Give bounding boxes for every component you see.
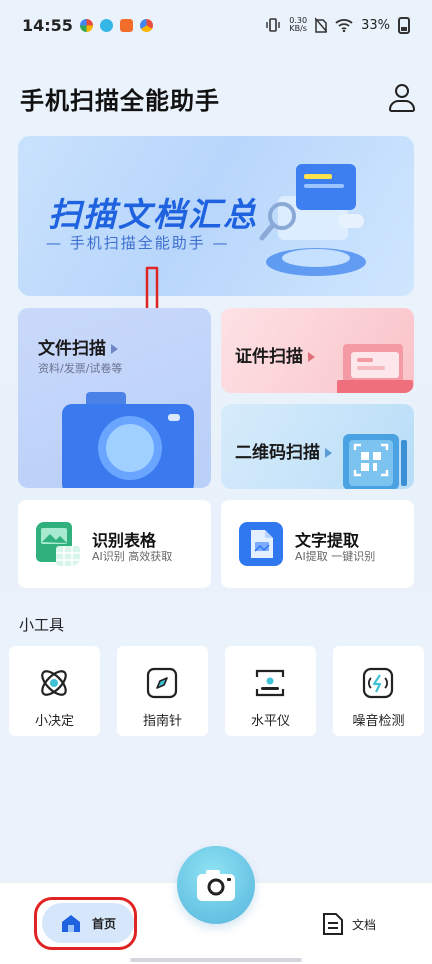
- tool-noise[interactable]: 噪音检测: [333, 646, 424, 736]
- annotation-highlight-box: [34, 897, 137, 950]
- qr-scan-label: 二维码扫描: [235, 438, 332, 463]
- camera-icon: [197, 870, 235, 901]
- camera-scan-button[interactable]: [177, 846, 255, 924]
- wifi-icon: [335, 19, 353, 32]
- tools-section-title: 小工具: [19, 616, 65, 634]
- file-scan-text: 文件扫描: [38, 339, 106, 359]
- file-scan-sub: 资料/发票/试卷等: [38, 362, 123, 375]
- document-illustration-icon: [259, 164, 366, 276]
- table-recognition-card[interactable]: 识别表格 AI识别 高效获取: [18, 500, 211, 588]
- speed-unit: KB/s: [289, 24, 307, 33]
- app-notification-icon: [139, 18, 153, 32]
- app-notification-icon: [79, 18, 93, 32]
- document-icon: [323, 913, 343, 935]
- app-notification-icon: [99, 18, 113, 32]
- status-bar: 14:55 0.30 KB/s 33%: [0, 0, 432, 50]
- battery-percent: 33%: [361, 17, 390, 33]
- promo-banner[interactable]: 扫描文档汇总 — 手机扫描全能助手 —: [18, 136, 414, 296]
- atom-icon: [41, 670, 67, 696]
- table-icon: [36, 522, 80, 566]
- page-title: 手机扫描全能助手: [20, 86, 220, 115]
- sim-off-icon: [315, 17, 328, 33]
- chevron-right-icon: [308, 352, 315, 362]
- app-header: 手机扫描全能助手: [20, 80, 418, 116]
- vibrate-icon: [266, 18, 280, 32]
- tool-label: 指南针: [142, 714, 182, 729]
- user-icon: [395, 84, 409, 98]
- app-notification-icon: [119, 18, 133, 32]
- id-scan-card[interactable]: 证件扫描: [221, 308, 414, 393]
- chevron-right-icon: [111, 344, 118, 354]
- home-indicator[interactable]: [130, 958, 302, 962]
- tool-level[interactable]: 水平仪: [225, 646, 316, 736]
- level-icon: [255, 669, 285, 697]
- user-profile-button[interactable]: [386, 82, 418, 114]
- battery-icon: [398, 16, 410, 34]
- compass-icon: [146, 667, 178, 699]
- user-icon-body: [389, 100, 415, 112]
- banner-title: 扫描文档汇总: [48, 195, 258, 234]
- id-card-icon: [337, 344, 413, 393]
- tool-label: 噪音检测: [352, 714, 405, 729]
- id-scan-text: 证件扫描: [235, 347, 303, 367]
- chevron-right-icon: [325, 448, 332, 458]
- file-scan-card[interactable]: 文件扫描 资料/发票/试卷等: [18, 308, 211, 488]
- tool-label: 小决定: [34, 714, 74, 729]
- tab-documents[interactable]: 文档: [320, 910, 390, 938]
- qr-scan-card[interactable]: 二维码扫描: [221, 404, 414, 489]
- qr-code-icon: [343, 434, 407, 489]
- text-extraction-sub: AI提取 一键识别: [295, 550, 376, 563]
- banner-subtitle: — 手机扫描全能助手 —: [46, 234, 230, 252]
- tool-decision[interactable]: 小决定: [9, 646, 100, 736]
- text-extraction-card[interactable]: 文字提取 AI提取 一键识别: [221, 500, 414, 588]
- file-scan-label: 文件扫描: [38, 334, 118, 359]
- network-speed: 0.30 KB/s: [289, 17, 307, 33]
- tool-label: 水平仪: [250, 714, 290, 729]
- table-recognition-sub: AI识别 高效获取: [92, 550, 173, 563]
- tool-compass[interactable]: 指南针: [117, 646, 208, 736]
- qr-scan-text: 二维码扫描: [235, 443, 320, 463]
- noise-icon: [362, 667, 394, 699]
- status-time: 14:55: [22, 15, 73, 35]
- text-document-icon: [239, 522, 283, 566]
- id-scan-label: 证件扫描: [235, 342, 315, 367]
- tab-documents-label: 文档: [352, 918, 377, 932]
- camera-icon: [62, 392, 194, 488]
